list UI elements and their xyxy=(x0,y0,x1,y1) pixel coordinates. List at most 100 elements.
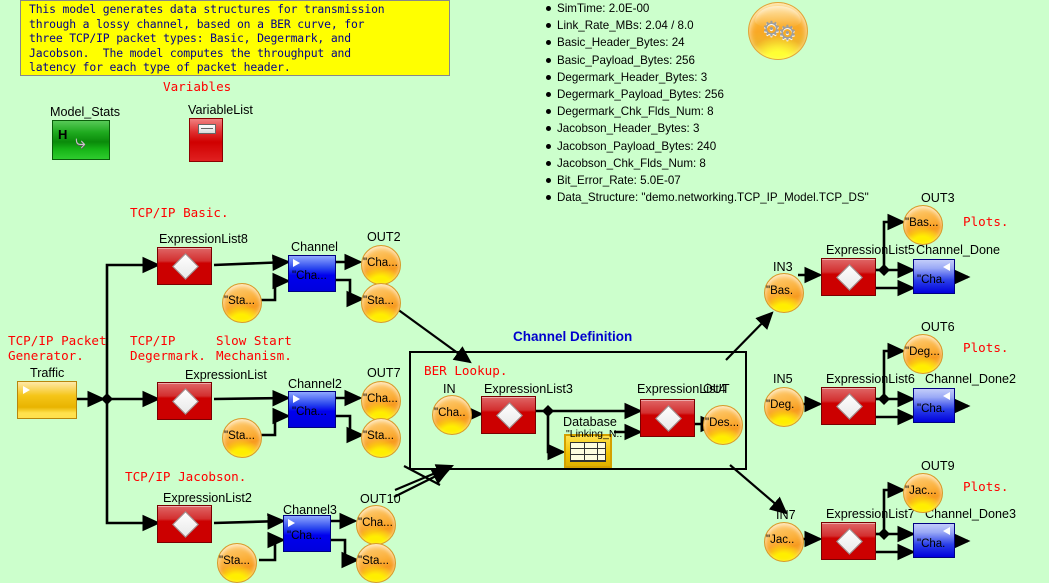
annotation-packet-generator-line1: TCP/IP Packet xyxy=(8,333,107,348)
channel-text: "Cha... xyxy=(292,406,327,418)
variable-list-label: VariableList xyxy=(188,103,253,117)
sphere-start-jacobson[interactable]: "Sta... xyxy=(217,543,257,583)
sphere-label: "Sta... xyxy=(224,430,255,442)
sphere-label: "Cha... xyxy=(363,393,398,405)
channel-text: "Cha... xyxy=(287,530,322,542)
note-line: Jacobson. The model computes the through… xyxy=(29,45,351,60)
node-channel2[interactable]: "Cha... xyxy=(288,391,336,428)
sphere-out2[interactable]: "Cha... xyxy=(361,245,401,285)
label-in7: IN7 xyxy=(776,508,796,522)
bullet-icon xyxy=(546,23,551,29)
node-expressionlist6[interactable] xyxy=(821,387,876,425)
diamond-icon xyxy=(835,264,863,291)
sphere-out7[interactable]: "Cha... xyxy=(361,381,401,421)
diamond-icon xyxy=(835,393,863,420)
variable-list-panel: SimTime: 2.0E-00 Link_Rate_MBs: 2.04 / 8… xyxy=(546,0,869,206)
node-expressionlist4[interactable] xyxy=(640,399,695,437)
node-expressionlist[interactable] xyxy=(157,382,212,420)
diamond-icon xyxy=(835,528,863,555)
sphere-label: "Cha.. xyxy=(434,407,466,419)
sphere-label: "Bas... xyxy=(905,217,939,229)
bullet-icon xyxy=(546,178,551,184)
node-expressionlist3[interactable] xyxy=(481,396,536,434)
node-channel-done3[interactable]: "Cha. xyxy=(913,523,955,558)
sphere-in3[interactable]: "Bas. xyxy=(764,273,804,313)
model-stats-glyph: H xyxy=(58,127,68,142)
variable-text: Degermark_Payload_Bytes: 256 xyxy=(557,88,724,102)
sphere-status-jacobson[interactable]: "Sta... xyxy=(356,543,396,583)
node-expressionlist5[interactable] xyxy=(821,258,876,296)
sphere-in5[interactable]: "Deg. xyxy=(764,387,804,427)
channel-text: "Cha. xyxy=(917,403,946,415)
variable-text: Jacobson_Header_Bytes: 3 xyxy=(557,122,700,136)
sphere-status-degermark[interactable]: "Sta... xyxy=(361,418,401,458)
diamond-icon xyxy=(171,388,199,415)
sphere-label: "Cha... xyxy=(363,257,398,269)
annotation-packet-generator-line2: Generator. xyxy=(8,348,84,363)
node-channel[interactable]: "Cha... xyxy=(288,255,336,292)
node-channel-done[interactable]: "Cha. xyxy=(913,259,955,294)
variable-row: Jacobson_Chk_Flds_Num: 8 xyxy=(546,155,869,172)
sphere-label: "Jac.. xyxy=(766,534,795,546)
label-in5: IN5 xyxy=(773,372,793,386)
sphere-label: "Sta... xyxy=(224,295,255,307)
play-triangle-icon xyxy=(293,395,300,403)
model-stats-node[interactable]: H ⤷ xyxy=(52,120,110,160)
bullet-icon xyxy=(546,92,551,98)
variable-text: Degermark_Header_Bytes: 3 xyxy=(557,70,708,84)
variable-text: Basic_Payload_Bytes: 256 xyxy=(557,53,695,67)
diamond-icon xyxy=(654,405,682,432)
variable-row: Degermark_Payload_Bytes: 256 xyxy=(546,86,869,103)
node-expressionlist8[interactable] xyxy=(157,247,212,285)
label-out10: OUT10 xyxy=(360,492,401,506)
variable-row: Jacobson_Header_Bytes: 3 xyxy=(546,120,869,137)
list-glyph-icon xyxy=(198,124,216,134)
label-expressionlist: ExpressionList xyxy=(185,368,267,382)
sphere-in-channel[interactable]: "Cha.. xyxy=(432,395,472,435)
note-line: This model generates data structures for… xyxy=(29,2,385,16)
node-expressionlist2[interactable] xyxy=(157,505,212,543)
bullet-icon xyxy=(546,143,551,149)
diamond-icon xyxy=(171,511,199,538)
play-triangle-icon xyxy=(293,259,300,267)
variable-row: Data_Structure: "demo.networking.TCP_IP_… xyxy=(546,189,869,206)
sphere-out10[interactable]: "Cha... xyxy=(356,505,396,545)
label-in: IN xyxy=(443,382,456,396)
variable-list-node[interactable] xyxy=(189,118,223,162)
node-channel-done2[interactable]: "Cha. xyxy=(913,388,955,423)
label-channel-done2: Channel_Done2 xyxy=(925,372,1017,386)
label-expressionlist7: ExpressionList7 xyxy=(826,507,915,521)
note-line: latency for each type of packet header. xyxy=(29,60,291,75)
bullet-icon xyxy=(546,57,551,63)
sphere-in7[interactable]: "Jac.. xyxy=(764,522,804,562)
sphere-label: "Sta... xyxy=(363,295,394,307)
node-expressionlist7[interactable] xyxy=(821,522,876,560)
junction-diamond xyxy=(878,528,890,540)
sphere-out9[interactable]: "Jac... xyxy=(903,473,943,513)
sphere-out-channel[interactable]: "Des... xyxy=(703,405,743,445)
sphere-start-degermark[interactable]: "Sta... xyxy=(222,418,262,458)
sphere-start-basic[interactable]: "Sta... xyxy=(222,283,262,323)
bullet-icon xyxy=(546,74,551,80)
annotation-slow-start-line1: Slow Start xyxy=(216,333,292,348)
variable-text: Data_Structure: "demo.networking.TCP_IP_… xyxy=(557,191,869,205)
sphere-status-basic[interactable]: "Sta... xyxy=(361,283,401,323)
node-traffic-generator[interactable] xyxy=(17,381,77,419)
variable-row: Degermark_Header_Bytes: 3 xyxy=(546,69,869,86)
label-out3: OUT3 xyxy=(921,191,955,205)
sphere-label: "Deg... xyxy=(905,346,940,358)
database-text: "Linking_N.. xyxy=(566,428,623,440)
node-channel3[interactable]: "Cha... xyxy=(283,515,331,552)
model-stats-label: Model_Stats xyxy=(50,105,121,119)
channel-text: "Cha. xyxy=(917,274,946,286)
sphere-label: "Cha... xyxy=(358,517,393,529)
label-out2: OUT2 xyxy=(367,230,401,244)
curved-arrow-icon: ⤷ xyxy=(75,132,86,153)
variable-text: Bit_Error_Rate: 5.0E-07 xyxy=(557,174,681,188)
play-triangle-icon xyxy=(943,527,950,535)
sphere-out6[interactable]: "Deg... xyxy=(903,334,943,374)
sphere-out3[interactable]: "Bas... xyxy=(903,205,943,245)
sphere-label: "Sta... xyxy=(363,430,394,442)
bullet-icon xyxy=(546,160,551,166)
label-out7: OUT7 xyxy=(367,366,401,380)
